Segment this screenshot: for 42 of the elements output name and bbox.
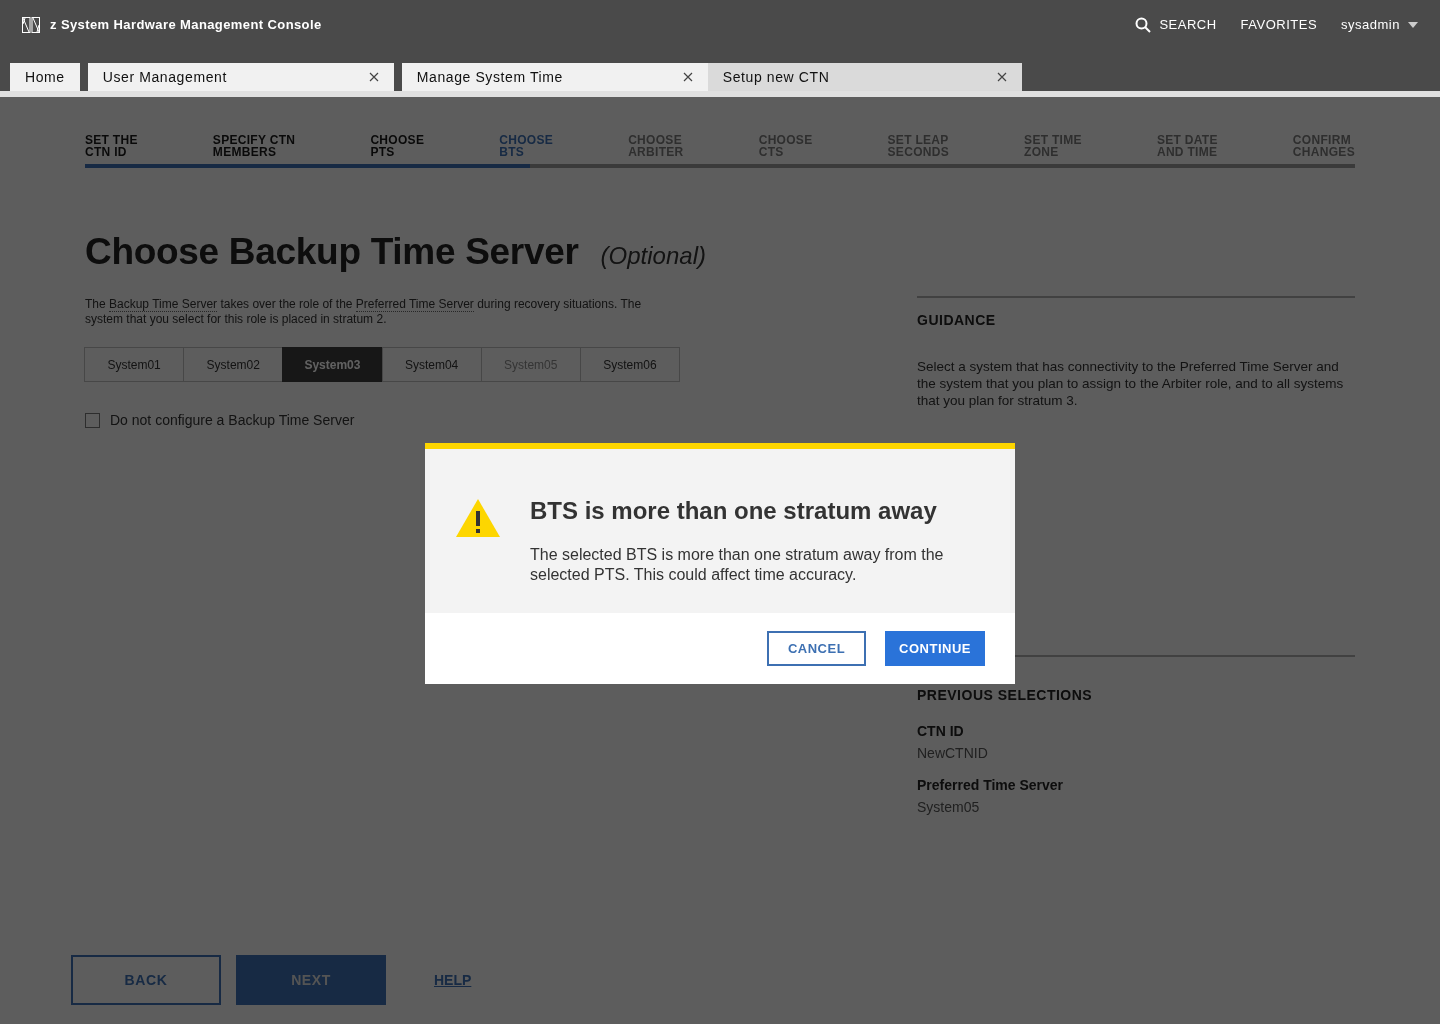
selection-value: NewCTNID [917,745,989,761]
progress-step[interactable]: CHOOSE BTS [499,134,554,158]
dialog-title: BTS is more than one stratum away [530,497,938,525]
system-option[interactable]: System03 [282,347,383,382]
selection-label: CTN ID [917,723,965,739]
system-option[interactable]: System01 [84,347,185,382]
progress-step[interactable]: SET THE CTN ID [85,134,138,158]
tab[interactable]: Home [10,63,80,91]
description-text: The Backup Time Server takes over the role of the Preferred Time Server during recovery situations. The system that you select for this role is placed in stratum 2. [85,297,643,327]
close-icon[interactable] [682,72,693,82]
dialog-message: The selected BTS is more than one stratum away from the selected PTS. This could affect time accuracy. [530,545,945,585]
guidance-text: Select a system that has connectivity to the Preferred Time Server and the system that you plan to assign to the Arbiter role, and to all systems that you plan for stratum 3. [917,358,1345,409]
system-option[interactable]: System02 [183,347,284,382]
guidance-heading: GUIDANCE [917,312,997,328]
search-button[interactable]: SEARCH [1135,16,1217,33]
system-option[interactable]: System04 [381,347,482,382]
close-icon[interactable] [996,72,1007,82]
optional-label: (Optional) [600,242,706,270]
search-icon [1135,16,1152,33]
checkbox-label: Do not configure a Backup Time Server [110,412,355,428]
progress-step[interactable]: CHOOSE PTS [370,134,425,158]
selection-value: System05 [917,799,981,815]
caret-icon [1408,21,1418,28]
cancel-button[interactable]: CANCEL [767,631,866,666]
previous-selections-heading: PREVIOUS SELECTIONS [917,687,1094,703]
back-button[interactable]: BACK [71,955,221,1005]
checkbox[interactable] [85,412,100,428]
close-icon[interactable] [368,72,379,82]
app-title: z System Hardware Management Console [50,17,322,32]
tab[interactable]: Manage System Time [401,63,708,91]
help-link[interactable]: HELP [434,972,472,988]
logo-icon [22,16,40,33]
favorites-button[interactable]: FAVORITES [1240,17,1318,32]
page-title: Choose Backup Time Server [85,231,579,273]
system-option[interactable]: System06 [579,347,681,382]
tab[interactable]: User Management [87,63,394,91]
user-menu[interactable]: sysadmin [1341,17,1418,32]
tab[interactable]: Setup new CTN [707,63,1022,91]
progress-step[interactable]: SPECIFY CTN MEMBERS [212,134,296,158]
selection-label: Preferred Time Server [917,777,1065,793]
warning-icon [455,498,501,538]
continue-button[interactable]: CONTINUE [885,631,985,666]
